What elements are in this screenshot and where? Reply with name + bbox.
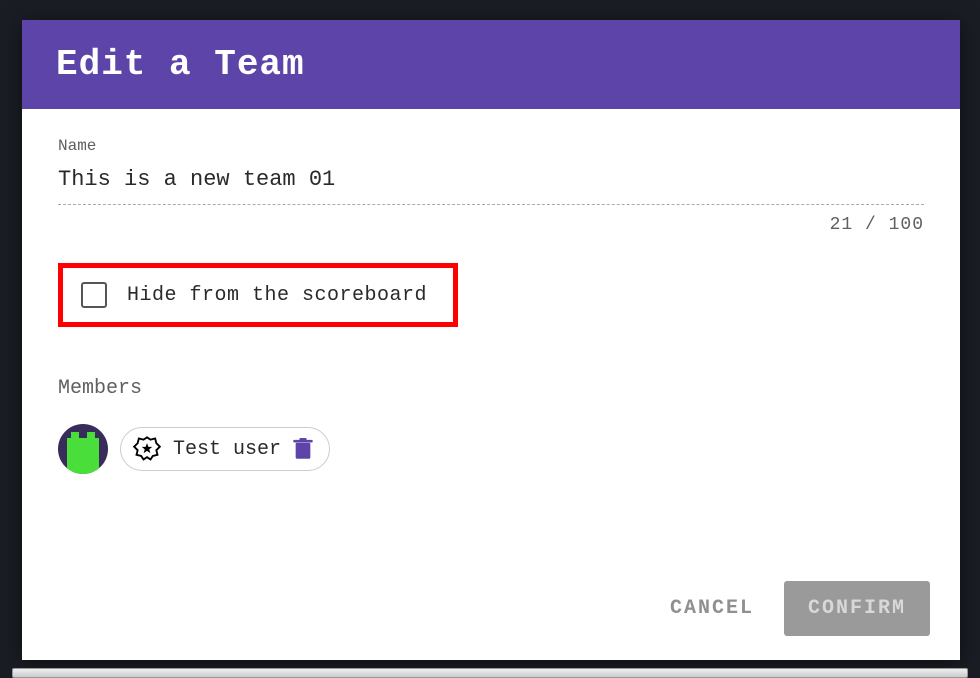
trash-icon[interactable] <box>293 438 313 460</box>
dialog-footer: CANCEL CONFIRM <box>22 561 960 660</box>
members-label: Members <box>58 377 924 400</box>
team-name-input[interactable] <box>58 163 924 205</box>
avatar <box>58 424 108 474</box>
name-label: Name <box>58 137 924 155</box>
member-name: Test user <box>173 438 281 461</box>
hide-scoreboard-label: Hide from the scoreboard <box>127 284 427 307</box>
char-counter: 21 / 100 <box>58 215 924 235</box>
dialog-title: Edit a Team <box>22 20 960 109</box>
member-row: Test user <box>58 424 924 474</box>
hide-scoreboard-row: Hide from the scoreboard <box>58 263 458 327</box>
hide-scoreboard-checkbox[interactable] <box>81 282 107 308</box>
background-scrollbar[interactable] <box>12 668 968 678</box>
cancel-button[interactable]: CANCEL <box>664 585 760 632</box>
dialog-body: Name 21 / 100 Hide from the scoreboard M… <box>22 109 960 561</box>
edit-team-dialog: Edit a Team Name 21 / 100 Hide from the … <box>22 20 960 660</box>
badge-icon <box>133 435 161 463</box>
confirm-button[interactable]: CONFIRM <box>784 581 930 636</box>
member-chip: Test user <box>120 427 330 471</box>
members-section: Members Test user <box>58 377 924 474</box>
